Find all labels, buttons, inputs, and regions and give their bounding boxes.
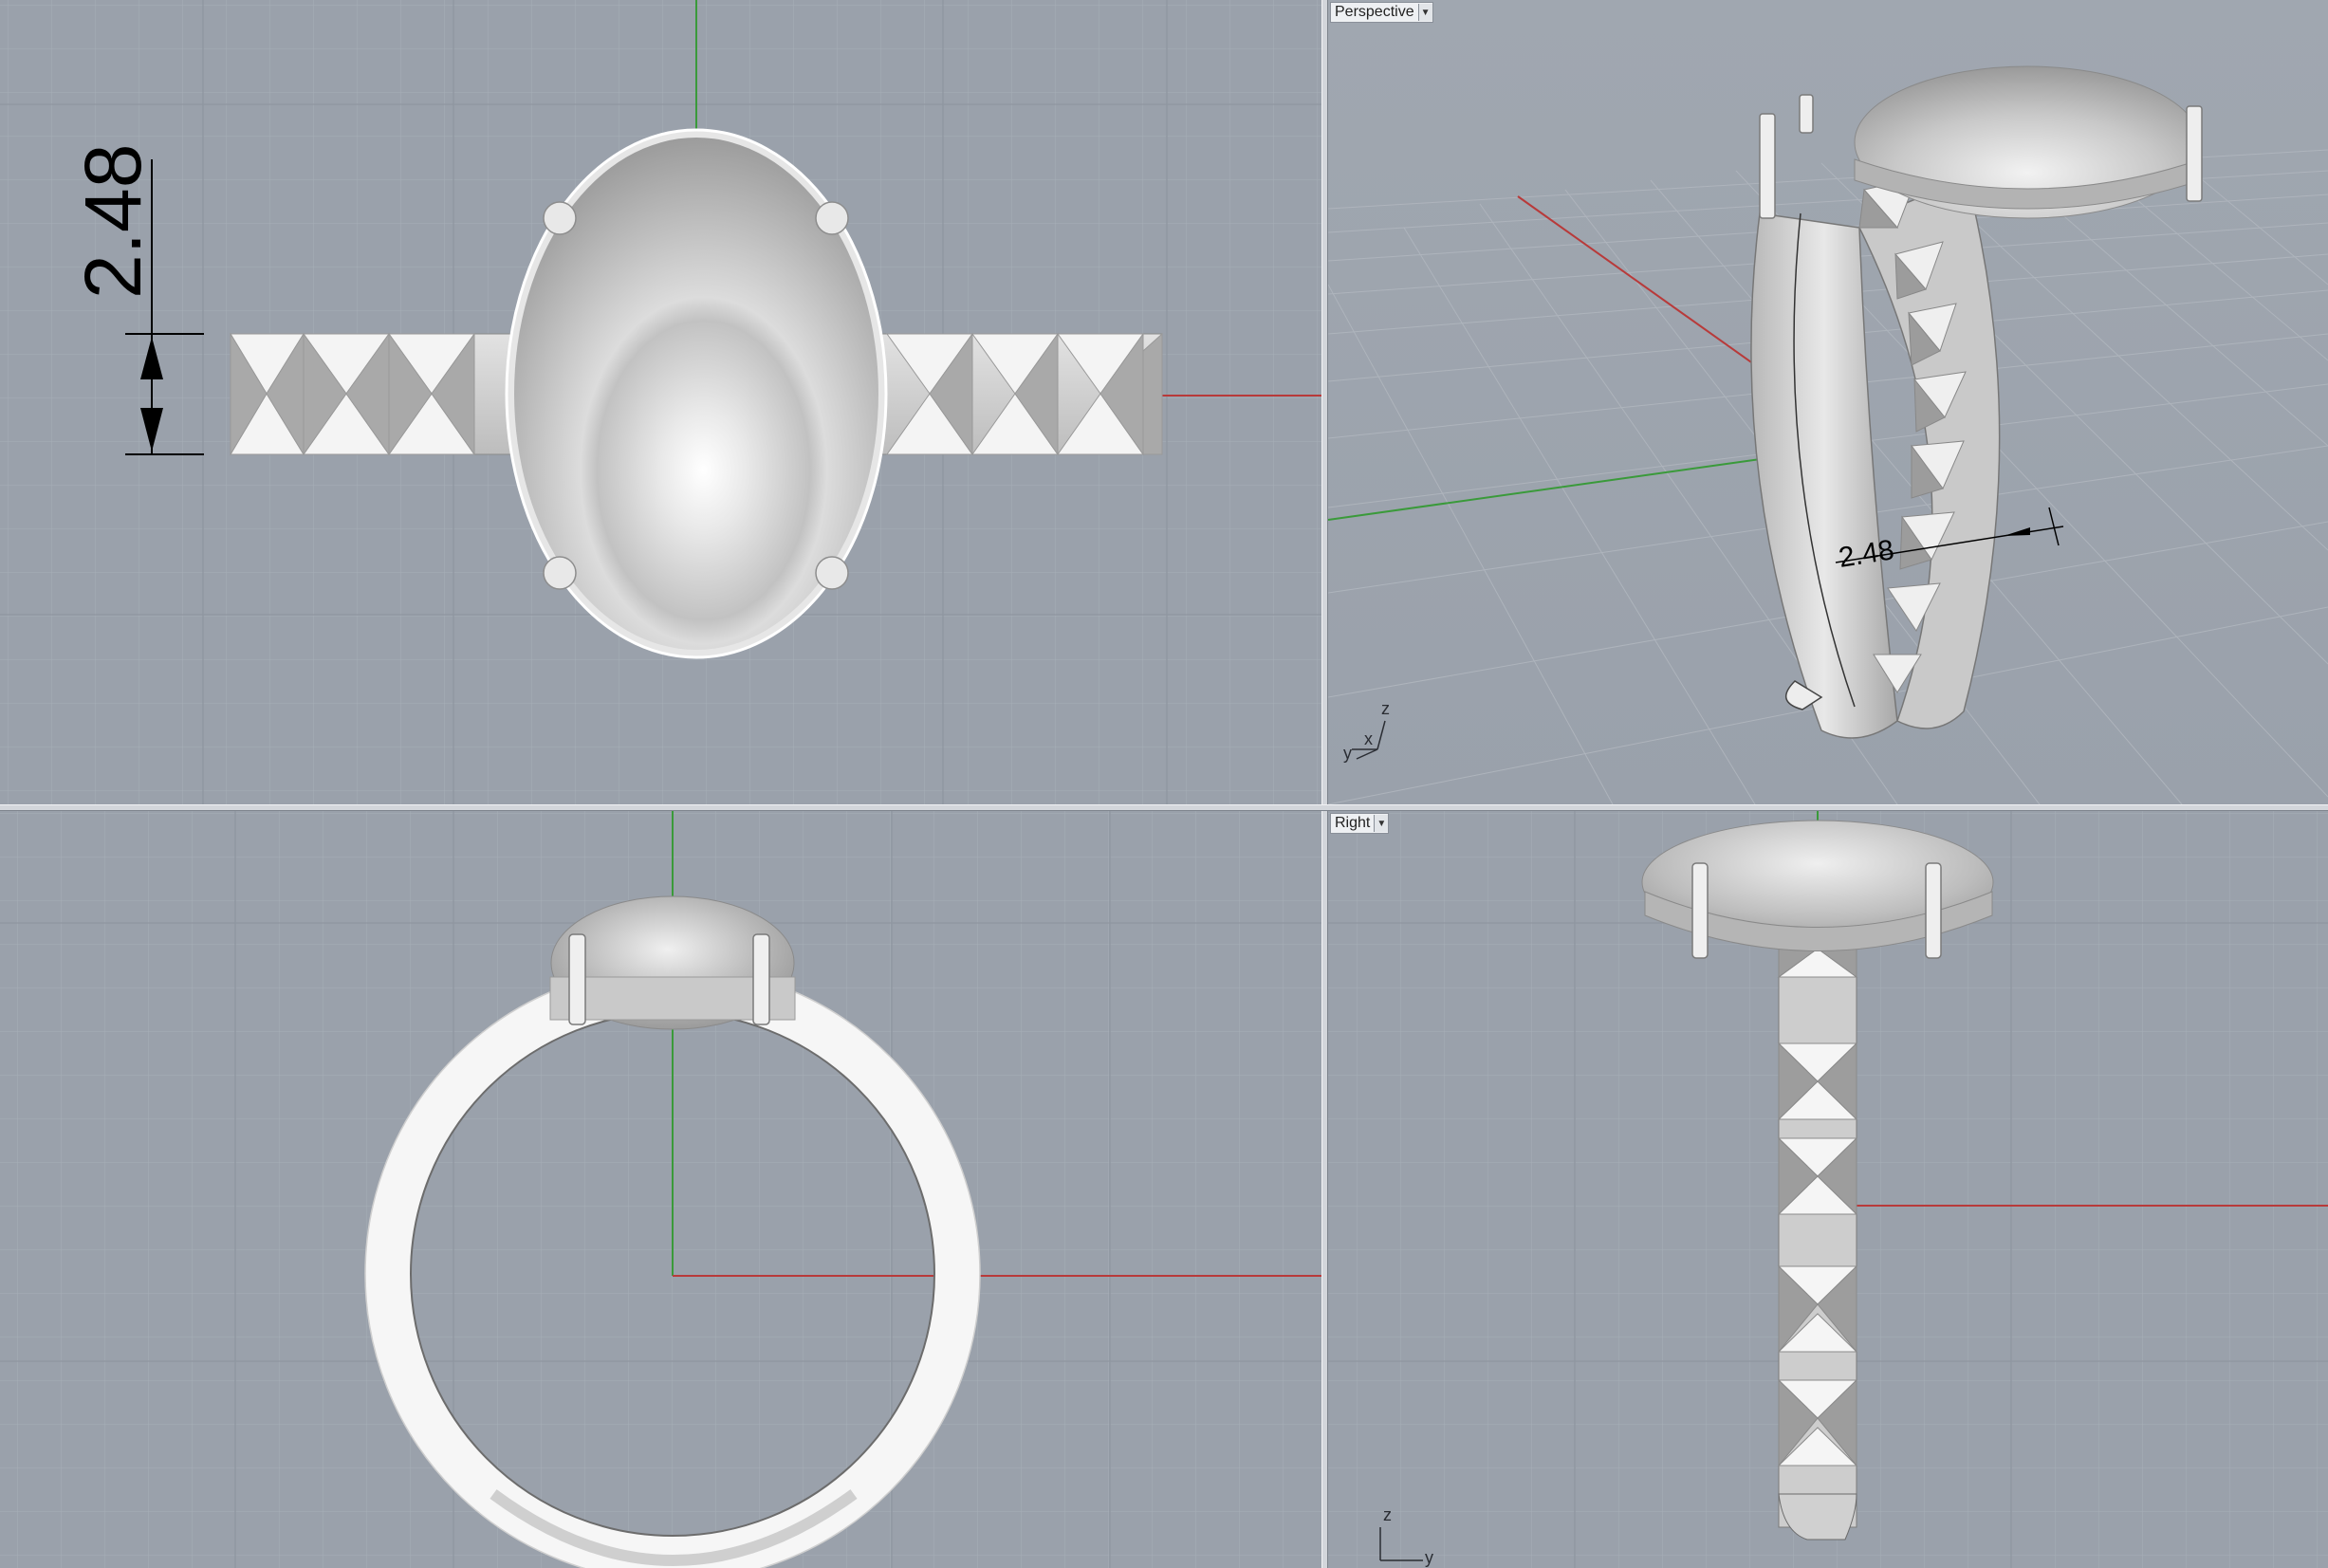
ring-band-right xyxy=(872,332,1163,456)
viewport-splitter-horizontal[interactable] xyxy=(0,804,2328,811)
viewport-title: Right xyxy=(1335,815,1371,831)
perspective-view-canvas[interactable]: 2.48 z x y xyxy=(1328,0,2328,804)
right-view-canvas[interactable]: z y xyxy=(1328,811,2328,1568)
svg-text:x: x xyxy=(1364,729,1373,748)
chevron-down-icon[interactable]: ▼ xyxy=(1374,815,1389,832)
viewport-layout: 2.48 Perspective ▼ 2.48 z x y Right ▼ z … xyxy=(0,0,2328,1568)
viewport-right[interactable]: Right ▼ z y xyxy=(1328,811,2328,1568)
chevron-down-icon[interactable]: ▼ xyxy=(1417,4,1432,21)
svg-text:z: z xyxy=(1381,699,1390,718)
ring-band-left xyxy=(230,332,516,456)
viewport-title: Perspective xyxy=(1335,4,1414,20)
front-view-canvas[interactable] xyxy=(0,811,1321,1568)
viewport-perspective[interactable]: Perspective ▼ 2.48 z x y xyxy=(1328,0,2328,804)
viewport-top[interactable]: 2.48 xyxy=(0,0,1321,804)
viewport-label-perspective[interactable]: Perspective ▼ xyxy=(1330,2,1433,23)
viewport-splitter-vertical[interactable] xyxy=(1321,0,1328,1568)
dimension-label-top: 2.48 xyxy=(68,144,157,300)
viewport-label-right[interactable]: Right ▼ xyxy=(1330,813,1390,834)
svg-text:y: y xyxy=(1425,1548,1433,1567)
top-view-canvas[interactable]: 2.48 xyxy=(0,0,1321,804)
viewport-front[interactable] xyxy=(0,811,1321,1568)
svg-text:z: z xyxy=(1383,1505,1392,1524)
svg-text:y: y xyxy=(1343,744,1352,763)
